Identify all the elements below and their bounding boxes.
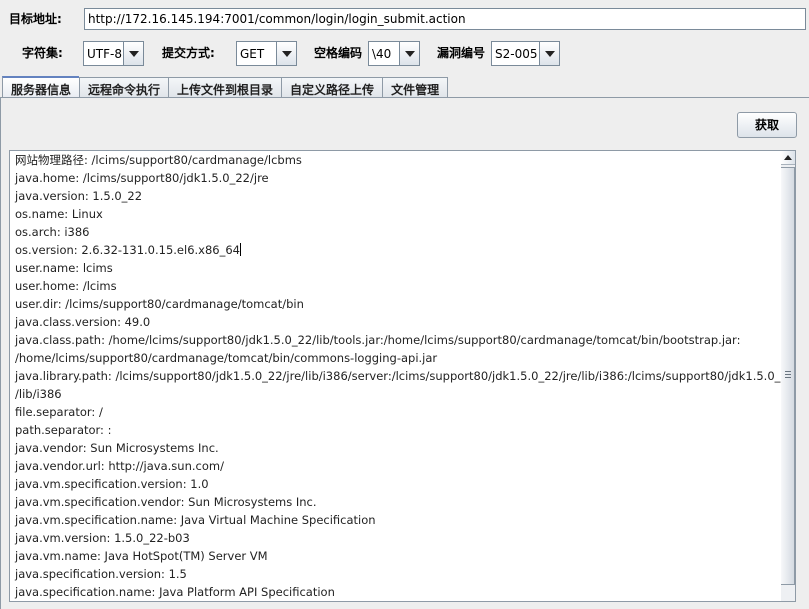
get-button[interactable]: 获取 [737,112,797,138]
charset-select[interactable]: UTF-8 [83,41,144,66]
tab-bar: 服务器信息 远程命令执行 上传文件到根目录 自定义路径上传 文件管理 [2,76,449,98]
space-encoding-select[interactable]: \40 [368,41,420,66]
tab-remote-command[interactable]: 远程命令执行 [79,77,169,98]
output-line: java.library.path: /lcims/support80/jdk1… [15,369,781,383]
output-line-caret-row: os.version: 2.6.32-131.0.15.el6.x86_64 [10,241,781,259]
tab-file-manager[interactable]: 文件管理 [382,77,449,98]
output-line: /lib/i386 [15,387,62,401]
output-line: java.vendor.url: http://java.sun.com/ [15,459,224,473]
scrollbar-thumb[interactable] [781,167,795,585]
chevron-down-icon[interactable] [539,42,559,65]
vuln-id-label: 漏洞编号 [437,46,486,60]
tab-upload-root[interactable]: 上传文件到根目录 [168,77,282,98]
target-url-input[interactable]: http://172.16.145.194:7001/common/login/… [84,8,806,30]
output-line: /home/lcims/support80/cardmanage/tomcat/… [15,351,438,365]
output-line: java.vendor: Sun Microsystems Inc. [15,441,219,455]
vuln-id-select[interactable]: S2-005 [491,41,560,66]
charset-label: 字符集: [22,46,63,60]
chevron-down-icon[interactable] [276,42,296,65]
output-line: java.vm.version: 1.5.0_22-b03 [15,531,190,545]
output-line: 网站物理路径: /lcims/support80/cardmanage/lcbm… [15,153,302,167]
vuln-id-value: S2-005 [495,47,538,61]
method-label: 提交方式: [162,46,215,60]
chevron-down-icon[interactable] [399,42,419,65]
output-line: java.specification.name: Java Platform A… [15,585,335,599]
vertical-scrollbar[interactable] [781,150,796,602]
output-line: java.class.path: /home/lcims/support80/j… [15,333,741,347]
target-url-label: 目标地址: [9,12,62,26]
output-line: java.vm.specification.version: 1.0 [15,477,209,491]
output-line: user.name: lcims [15,261,113,275]
server-info-output[interactable]: 网站物理路径: /lcims/support80/cardmanage/lcbm… [9,150,782,602]
space-encoding-value: \40 [372,47,392,61]
output-line: os.version: 2.6.32-131.0.15.el6.x86_64 [15,243,240,257]
output-line: java.version: 1.5.0_22 [15,189,143,203]
space-encoding-label: 空格编码 [314,46,363,60]
tab-custom-path-upload[interactable]: 自定义路径上传 [281,77,383,98]
output-line: java.specification.version: 1.5 [15,567,187,581]
scroll-up-arrow-icon[interactable] [781,151,795,165]
output-line: java.vm.specification.vendor: Sun Micros… [15,495,317,509]
output-line: user.dir: /lcims/support80/cardmanage/to… [15,297,304,311]
output-line: java.vm.name: Java HotSpot(TM) Server VM [15,549,268,563]
output-line: file.separator: / [15,405,103,419]
output-line: path.separator: : [15,423,112,437]
output-line: java.home: /lcims/support80/jdk1.5.0_22/… [15,171,269,185]
chevron-down-icon[interactable] [123,42,143,65]
text-caret [240,243,241,256]
charset-value: UTF-8 [87,47,122,61]
output-line: java.vm.specification.name: Java Virtual… [15,513,376,527]
output-line: java.class.version: 49.0 [15,315,151,329]
method-value: GET [240,47,265,61]
output-line: os.arch: i386 [15,225,90,239]
scrollbar-grip-icon [785,371,791,378]
method-select[interactable]: GET [236,41,297,66]
output-line: user.home: /lcims [15,279,117,293]
tab-server-info[interactable]: 服务器信息 [2,76,80,98]
output-line: os.name: Linux [15,207,103,221]
